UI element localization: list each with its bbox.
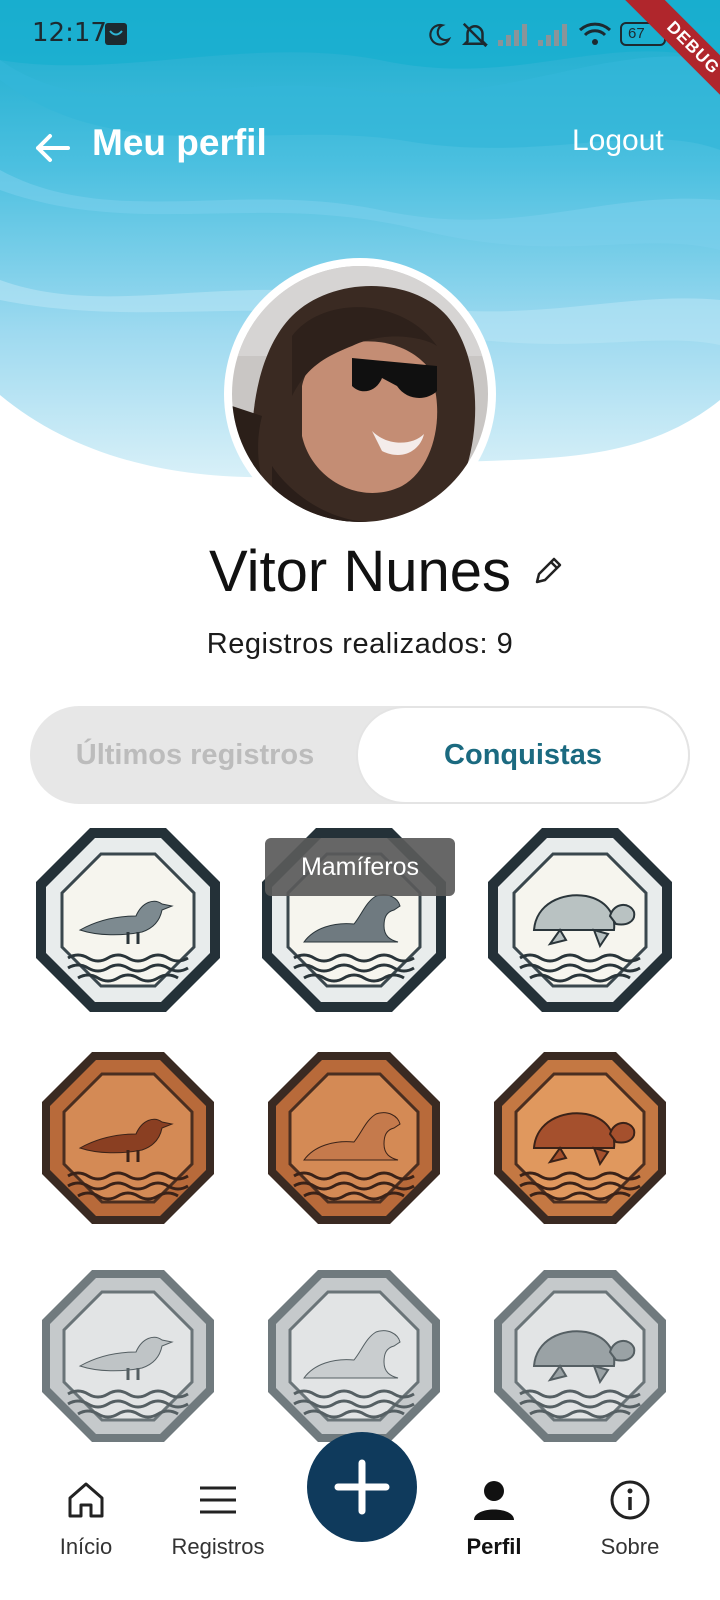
badge-turtle-silver[interactable] xyxy=(494,1270,666,1442)
tab-achievements[interactable]: Conquistas xyxy=(358,708,688,802)
signal-icon-2 xyxy=(538,24,567,46)
add-record-button[interactable] xyxy=(307,1432,417,1542)
avatar[interactable] xyxy=(232,266,488,522)
person-icon xyxy=(474,1481,514,1520)
badge-bird-silver[interactable] xyxy=(42,1270,214,1442)
debug-banner-label: DEBUG xyxy=(622,0,720,119)
nav-item-sobre[interactable]: Sobre xyxy=(560,1478,700,1560)
menu-icon xyxy=(200,1486,236,1514)
badge-tooltip: Mamíferos xyxy=(265,838,455,896)
nav-item-perfil[interactable]: Perfil xyxy=(424,1478,564,1560)
badge-seal-silver[interactable] xyxy=(268,1270,440,1442)
records-count: Registros realizados: 9 xyxy=(206,628,514,660)
home-icon xyxy=(68,1482,104,1518)
badge-turtle-bronze[interactable] xyxy=(494,1052,666,1224)
nav-label-registros: Registros xyxy=(171,1534,265,1559)
debug-banner: DEBUG xyxy=(598,0,720,122)
nav-label-inicio: Início xyxy=(59,1534,113,1559)
edit-pencil-icon[interactable] xyxy=(531,554,565,588)
back-arrow-icon[interactable] xyxy=(30,126,74,170)
moon-icon xyxy=(429,23,452,46)
logout-button[interactable]: Logout xyxy=(572,124,664,158)
badges-grid xyxy=(36,828,672,1442)
nav-item-registros[interactable]: Registros xyxy=(148,1478,288,1560)
badge-bird-white[interactable] xyxy=(36,828,220,1012)
profile-name: Vitor Nunes xyxy=(209,539,511,604)
nav-item-inicio[interactable]: Início xyxy=(16,1478,156,1560)
profile-name-row: Vitor Nunes xyxy=(0,538,720,605)
plus-icon xyxy=(334,1459,390,1515)
badge-bird-bronze[interactable] xyxy=(42,1052,214,1224)
signal-icon-1 xyxy=(498,24,527,46)
nav-label-perfil: Perfil xyxy=(466,1534,522,1559)
info-icon xyxy=(610,1480,650,1520)
badge-turtle-white[interactable] xyxy=(488,828,672,1012)
notification-icon xyxy=(105,23,127,45)
badge-seal-bronze[interactable] xyxy=(268,1052,440,1224)
status-time: 12:17 xyxy=(32,18,107,48)
tab-latest-records[interactable]: Últimos registros xyxy=(30,706,360,804)
mute-bell-icon xyxy=(461,22,489,48)
page-title: Meu perfil xyxy=(92,122,267,163)
nav-label-sobre: Sobre xyxy=(600,1534,660,1559)
